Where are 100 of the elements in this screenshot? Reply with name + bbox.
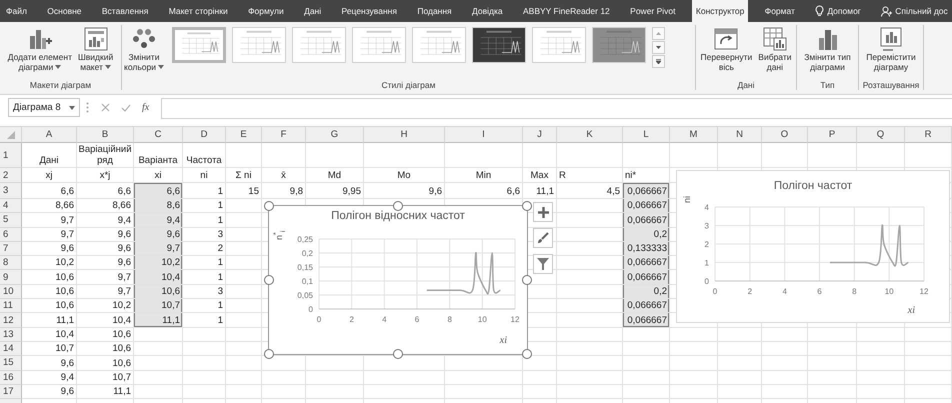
column-header[interactable]: L [623, 127, 670, 143]
row-header[interactable]: 4 [0, 199, 22, 214]
column-header[interactable]: B [77, 127, 134, 143]
table-cell: Варіаційний ряд [78, 144, 132, 166]
ribbon-tab[interactable]: ABBYY FineReader 12 [518, 0, 614, 22]
ribbon-tab[interactable]: Макет сторінки [164, 0, 232, 22]
table-cell: 10,6 [162, 286, 180, 298]
column-header[interactable]: M [670, 127, 718, 143]
table-cell: 9,95 [342, 186, 361, 197]
axis-tick-label: 12 [920, 287, 928, 296]
table-cell: 9,4 [60, 372, 74, 383]
row-header[interactable]: 2 [0, 168, 22, 183]
row-header[interactable]: 5 [0, 213, 22, 228]
axis-tick-label: 0,2 [302, 249, 313, 258]
row-header[interactable]: 10 [0, 284, 22, 300]
axis-tick-label: 0,05 [297, 291, 313, 300]
table-cell: 1 [218, 186, 223, 197]
ribbon-button[interactable]: Перевернути вісь [698, 25, 754, 73]
table-cell: 9,6 [60, 243, 74, 254]
ribbon-button[interactable]: Швидкий макет [76, 25, 116, 73]
row-header[interactable]: 8 [0, 256, 22, 270]
table-cell: Mo [397, 170, 411, 181]
axis-tick-label: 12 [510, 315, 520, 324]
ribbon-tab[interactable]: Рецензування [338, 0, 401, 22]
ribbon-tab[interactable]: Довідка [468, 0, 507, 22]
axis-tick-label: 8 [447, 315, 452, 324]
table-cell: 0,066667 [627, 272, 667, 283]
row-header[interactable]: 6 [0, 228, 22, 242]
row-header[interactable]: 13 [0, 328, 22, 342]
ribbon-button[interactable]: Перемістити діаграму [864, 25, 918, 73]
column-header[interactable]: G [306, 127, 364, 143]
ribbon-tab[interactable]: Формули [244, 0, 288, 22]
table-cell: 10,6 [56, 272, 74, 283]
table-cell: 0,2 [654, 286, 667, 298]
column-header[interactable]: D [183, 127, 226, 143]
ribbon-button[interactable]: Додати елемент діаграми [6, 25, 74, 73]
axis-tick-label: 0,25 [297, 235, 313, 244]
column-header[interactable]: K [557, 127, 623, 143]
ribbon-tab[interactable]: Спільний дос [877, 0, 952, 22]
ribbon-tab[interactable]: Основне [43, 0, 86, 22]
column-header[interactable]: I [445, 127, 523, 143]
row-header[interactable]: 1 [0, 143, 22, 168]
table-cell: Σ ni [236, 170, 252, 181]
table-cell: 9,7 [60, 228, 74, 240]
axis-tick-label: 0 [316, 315, 322, 324]
row-header[interactable]: 7 [0, 242, 22, 256]
row-header[interactable]: 16 [0, 370, 22, 385]
table-cell: 8,6 [166, 200, 180, 212]
table-cell: 1 [218, 200, 223, 212]
chart-title: Полігон частот [774, 180, 852, 192]
ribbon-tab[interactable]: Вставлення [98, 0, 152, 22]
row-header[interactable]: 12 [0, 313, 22, 328]
ribbon-tab[interactable]: Дані [300, 0, 326, 22]
insert-function-button[interactable]: fx [142, 102, 150, 113]
column-header[interactable]: C [134, 127, 183, 143]
table-cell: 11,1 [162, 314, 180, 326]
table-cell: 9,6 [60, 386, 74, 398]
table-cell: 0,066667 [627, 186, 667, 197]
column-header[interactable]: F [262, 127, 306, 143]
table-cell: 9,6 [166, 228, 180, 240]
column-header[interactable]: N [718, 127, 762, 143]
table-cell: 9,7 [60, 214, 74, 226]
table-cell: xi [154, 170, 162, 181]
ribbon-tab[interactable]: Power Pivot [626, 0, 680, 22]
row-header[interactable]: 9 [0, 270, 22, 285]
ribbon-tab[interactable]: Допомог [811, 0, 865, 22]
column-header[interactable]: A [22, 127, 77, 143]
axis-tick-label: 4 [382, 315, 387, 324]
table-cell: x̄ [281, 170, 286, 181]
column-header[interactable]: J [523, 127, 557, 143]
ribbon-button[interactable]: Змінити кольори [122, 25, 166, 73]
column-header[interactable]: P [808, 127, 857, 143]
row-header[interactable]: 15 [0, 356, 22, 371]
ribbon-tab[interactable]: Подання [413, 0, 456, 22]
ribbon-button[interactable]: Змінити тип діаграми [802, 25, 853, 73]
axis-tick-label: 3 [704, 222, 709, 230]
column-header[interactable]: O [762, 127, 808, 143]
table-cell: Min [476, 170, 492, 181]
row-header[interactable]: 3 [0, 183, 22, 199]
column-header[interactable]: Q [857, 127, 905, 143]
ribbon-button[interactable]: Вибрати дані [756, 25, 794, 73]
column-header[interactable]: R [905, 127, 952, 143]
axis-tick-label: 1 [704, 258, 709, 268]
ribbon-tab[interactable]: Формат [760, 0, 799, 22]
row-header[interactable]: 14 [0, 342, 22, 356]
column-header[interactable]: E [226, 127, 262, 143]
table-cell: x*j [100, 170, 110, 181]
table-cell: 9,6 [60, 358, 74, 369]
name-box[interactable]: Діаграма 8 [8, 98, 80, 117]
column-header[interactable]: H [364, 127, 445, 143]
table-cell: 9,6 [118, 257, 131, 268]
table-cell: 6,6 [118, 186, 131, 197]
table-cell: 3 [218, 228, 223, 240]
row-header[interactable]: 17 [0, 384, 22, 400]
group-label: Стилі діаграм [382, 80, 436, 90]
ribbon-tab[interactable]: Файл [2, 0, 31, 22]
ribbon-tab[interactable]: Конструктор [692, 0, 748, 22]
table-cell: 2 [218, 243, 223, 254]
row-header[interactable]: 11 [0, 299, 22, 314]
chart-panel[interactable]: 0 2 4 6 8 10 12 0 1 2 3 4 xi Полігон частот ni [676, 170, 950, 323]
